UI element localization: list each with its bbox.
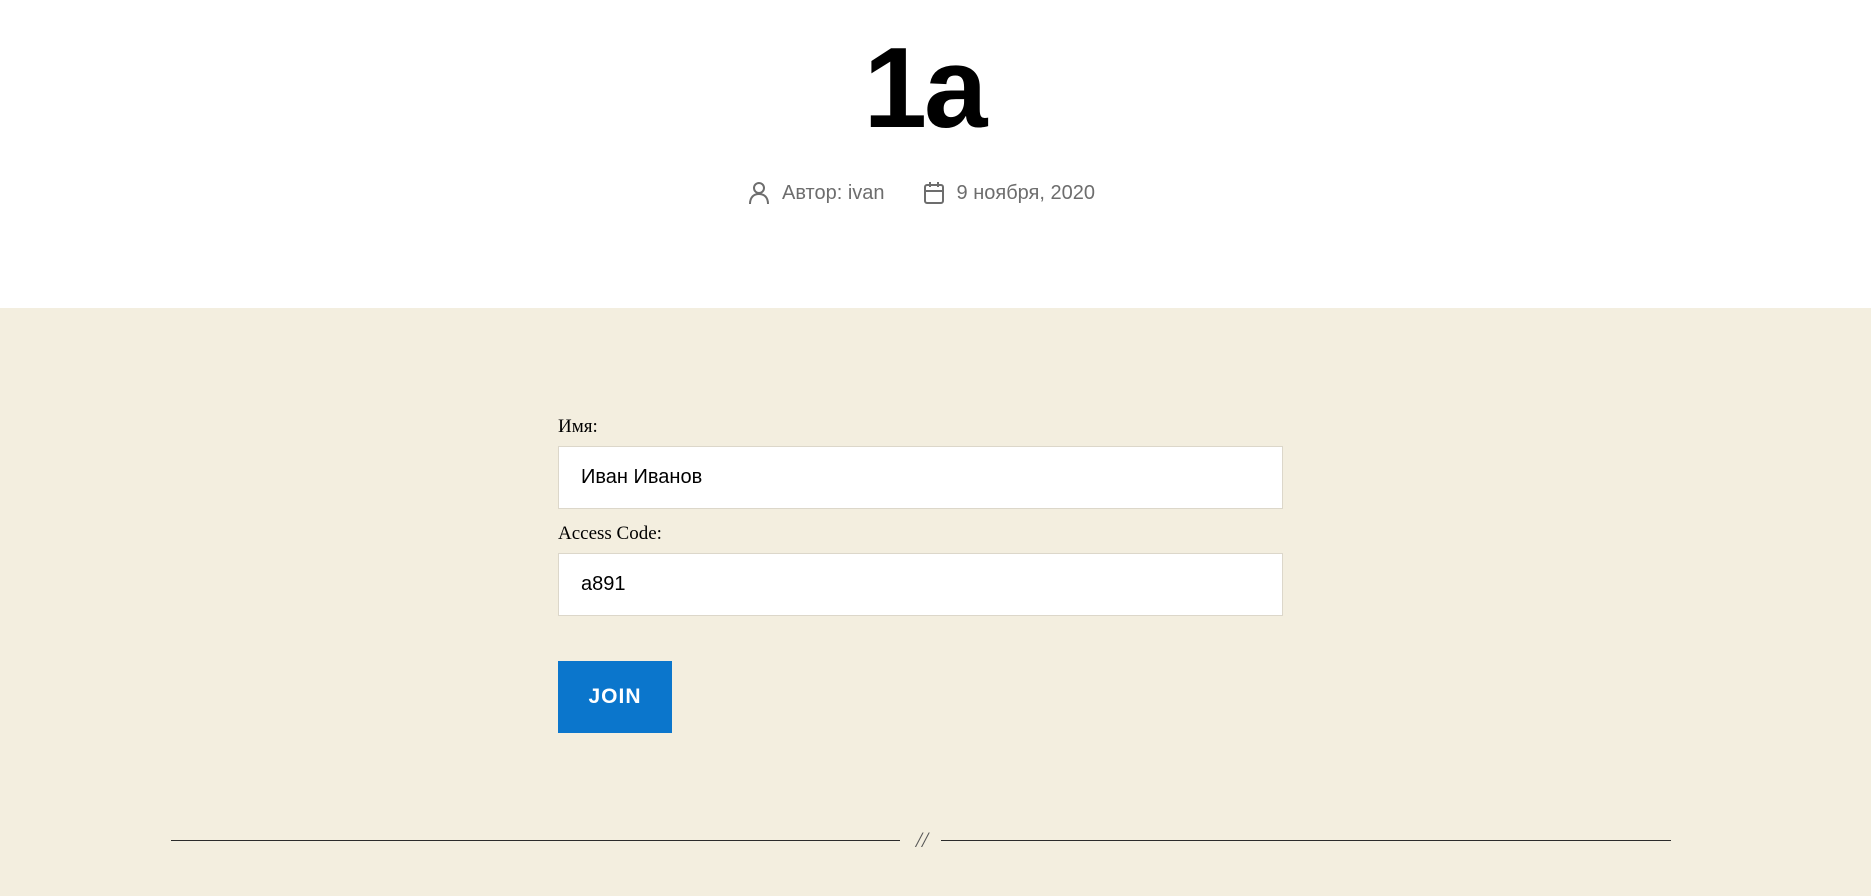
post-date-text[interactable]: 9 ноября, 2020 [957, 182, 1095, 205]
divider-line-right [941, 840, 1671, 841]
post-content: Имя: Иван Иванов Access Code: a891 JOIN … [0, 308, 1871, 896]
calendar-icon [921, 180, 947, 206]
access-code-value: a891 [581, 573, 626, 595]
name-label: Имя: [558, 416, 598, 437]
section-divider: // [171, 828, 1671, 852]
page: 1a Автор: ivan 9 ноября, 2020 Имя: Иван … [0, 0, 1871, 896]
divider-mark: // [915, 827, 929, 852]
join-form: Имя: Иван Иванов Access Code: a891 JOIN [558, 416, 1283, 733]
post-author[interactable]: Автор: ivan [746, 180, 885, 206]
post-meta: Автор: ivan 9 ноября, 2020 [746, 176, 1095, 210]
post-title: 1a [863, 25, 988, 152]
join-button[interactable]: JOIN [558, 661, 672, 733]
access-code-field[interactable]: a891 [558, 553, 1283, 616]
post-author-text[interactable]: Автор: ivan [782, 182, 885, 205]
post-header: 1a Автор: ivan 9 ноября, 2020 [0, 0, 1871, 308]
name-field[interactable]: Иван Иванов [558, 446, 1283, 509]
divider-line-left [171, 840, 900, 841]
post-date[interactable]: 9 ноября, 2020 [921, 180, 1095, 206]
user-icon [746, 180, 772, 206]
access-code-label: Access Code: [558, 523, 662, 544]
name-value: Иван Иванов [581, 466, 703, 488]
